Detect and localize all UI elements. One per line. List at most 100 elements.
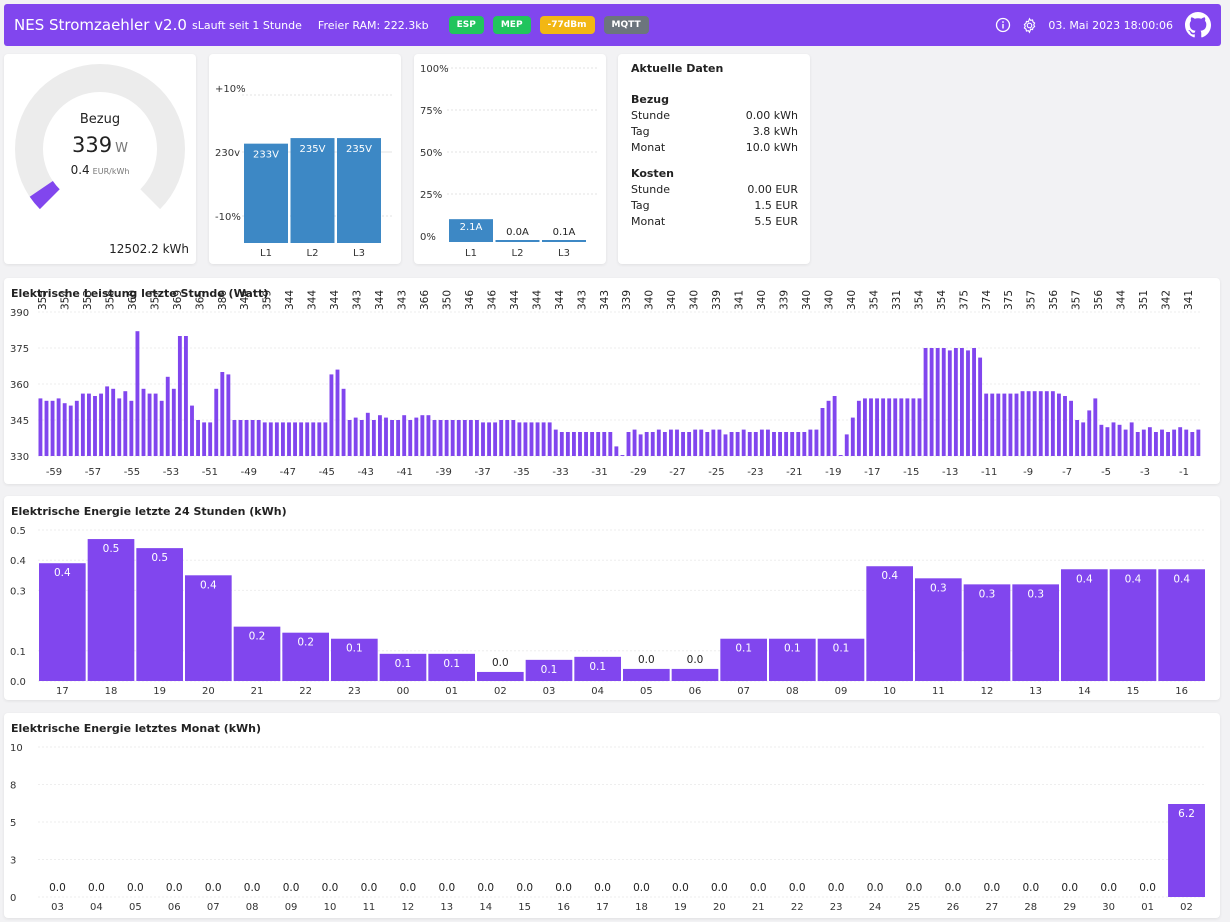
power-hour-bar xyxy=(287,422,291,456)
energy-day-bar xyxy=(477,671,524,681)
power-hour-bar xyxy=(359,420,364,456)
power-hour-xtick: -9 xyxy=(1023,467,1033,478)
voltage-bar-label: 235V xyxy=(346,144,372,155)
info-title: Aktuelle Daten xyxy=(631,62,724,75)
power-hour-bar xyxy=(972,348,976,456)
power-hour-bar xyxy=(1141,429,1146,456)
voltage-bar-label: 235V xyxy=(300,144,326,155)
power-hour-bar xyxy=(268,422,273,456)
energy-day-bar xyxy=(866,566,913,681)
energy-day-xtick: 16 xyxy=(1175,686,1188,697)
power-hour-bar xyxy=(74,400,79,456)
energy-day-bar xyxy=(671,668,719,681)
power-hour-bar xyxy=(759,429,764,456)
energy-day-bar-label: 0.0 xyxy=(638,654,655,666)
power-hour-bar xyxy=(638,434,643,456)
kosten-row-monat: Monat 5.5 EUR xyxy=(631,215,798,228)
power-hour-top-label: 340 xyxy=(823,290,835,310)
energy-day-ytick: 0.4 xyxy=(10,556,26,567)
power-hour-bar xyxy=(517,422,522,456)
energy-month-xtick: 29 xyxy=(1063,902,1076,913)
github-icon[interactable] xyxy=(1185,12,1211,38)
energy-month-xtick: 06 xyxy=(168,902,181,913)
gauge-label: Bezug xyxy=(80,112,120,127)
power-hour-bar xyxy=(414,417,419,456)
energy-day-xtick: 11 xyxy=(932,686,945,697)
info-icon[interactable] xyxy=(994,16,1012,34)
power-hour-bar xyxy=(681,432,685,456)
power-hour-bar xyxy=(572,432,576,456)
energy-day-bar-label: 0.4 xyxy=(200,579,217,591)
power-hour-bar xyxy=(953,348,958,456)
power-hour-bar xyxy=(323,422,328,456)
energy-day-bar-label: 0.1 xyxy=(784,643,801,655)
energy-day-bar-label: 0.4 xyxy=(1076,573,1093,585)
power-hour-bar xyxy=(281,422,285,456)
power-hour-bar xyxy=(826,400,831,456)
energy-month-bar-label: 0.0 xyxy=(477,882,494,894)
power-hour-bar xyxy=(1160,429,1164,456)
power-hour-bar xyxy=(693,429,698,456)
badge-mep: MEP xyxy=(492,16,531,34)
power-hour-bar xyxy=(1190,432,1195,456)
power-hour-xtick: -19 xyxy=(825,467,841,478)
power-hour-top-label: 357 xyxy=(1026,290,1038,310)
power-hour-bar xyxy=(171,388,176,456)
energy-month-bar-label: 0.0 xyxy=(672,882,689,894)
power-hour-bar xyxy=(590,432,595,456)
power-hour-bar xyxy=(341,388,346,456)
power-hour-bar xyxy=(881,398,886,456)
energy-month-bar-label: 0.0 xyxy=(205,882,222,894)
power-hour-bar xyxy=(662,432,667,456)
power-hour-xtick: -55 xyxy=(124,467,140,478)
power-hour-bar xyxy=(1172,429,1177,456)
power-hour-bar xyxy=(723,434,728,456)
energy-day-bar-label: 0.5 xyxy=(103,543,120,555)
power-hour-top-label: 355 xyxy=(37,290,49,310)
badge-mqtt: MQTT xyxy=(603,16,649,34)
power-hour-bar xyxy=(123,391,128,456)
power-hour-bar xyxy=(135,331,140,456)
power-hour-bar xyxy=(462,420,467,456)
power-hour-bar xyxy=(1069,400,1073,456)
power-hour-bar xyxy=(1020,391,1025,456)
power-hour-bar xyxy=(226,374,231,456)
power-hour-bar xyxy=(56,398,61,456)
power-hour-top-label: 344 xyxy=(1116,290,1128,310)
power-hour-top-label: 331 xyxy=(891,290,903,310)
power-hour-bar xyxy=(38,398,43,456)
energy-day-xtick: 07 xyxy=(737,686,750,697)
power-hour-bar xyxy=(644,432,649,456)
power-hour-bar xyxy=(475,420,479,456)
power-hour-xtick: -45 xyxy=(319,467,335,478)
power-hour-bar xyxy=(766,429,770,456)
current-category-label: L2 xyxy=(512,248,524,259)
power-hour-bar xyxy=(832,396,837,456)
app-title[interactable]: NES Stromzaehler v2.0 xyxy=(14,16,192,34)
energy-day-xtick: 21 xyxy=(251,686,264,697)
power-hour-top-label: 344 xyxy=(531,290,543,310)
energy-day-bar-label: 0.2 xyxy=(297,637,314,649)
current-category-label: L1 xyxy=(465,248,477,259)
power-hour-xtick: -17 xyxy=(864,467,880,478)
power-hour-bar xyxy=(796,432,801,456)
ram-text: Freier RAM: 222.3kb xyxy=(317,18,429,32)
power-hour-xtick: -53 xyxy=(163,467,179,478)
gear-icon[interactable] xyxy=(1020,16,1038,34)
energy-day-bar-label: 0.4 xyxy=(1173,573,1190,585)
power-hour-bar xyxy=(917,398,922,456)
power-hour-bar xyxy=(990,393,995,456)
current-bar-label: 2.1A xyxy=(460,222,483,233)
power-hour-top-label: 366 xyxy=(419,290,431,310)
energy-month-xtick: 12 xyxy=(401,902,414,913)
energy-month-xtick: 17 xyxy=(596,902,609,913)
energy-month-xtick: 09 xyxy=(285,902,298,913)
voltage-card: +10% 230v -10% 233V L1 235V L2 235V L3 xyxy=(209,54,401,264)
power-hour-bar xyxy=(960,348,964,456)
power-hour-bar xyxy=(208,422,213,456)
power-hour-bar xyxy=(996,393,1001,456)
power-hour-bar xyxy=(1147,427,1152,456)
power-hour-card: Elektrische Leistung letzte Stunde (Watt… xyxy=(4,278,1220,484)
power-hour-bar xyxy=(105,386,110,456)
power-hour-bar xyxy=(299,422,304,456)
